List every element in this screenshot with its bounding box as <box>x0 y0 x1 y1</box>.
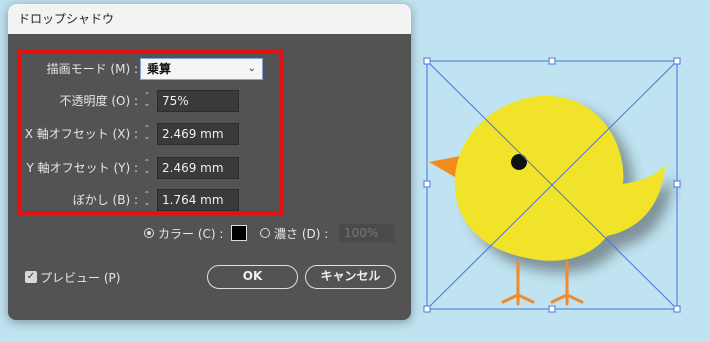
mode-row: 描画モード (M) : 乗算 ⌄ <box>8 58 288 80</box>
drop-shadow-dialog: ドロップシャドウ 描画モード (M) : 乗算 ⌄ 不透明度 (O) : ⌃ ⌄ … <box>8 4 411 320</box>
y-offset-label: Y 軸オフセット (Y) : <box>26 161 138 175</box>
y-offset-stepper-icon[interactable]: ⌃ ⌄ <box>140 159 154 177</box>
color-label: カラー (C) : <box>158 227 224 241</box>
darkness-radio[interactable] <box>260 228 270 238</box>
blur-row: ぼかし (B) : ⌃ ⌄ 1.764 mm <box>8 189 288 211</box>
chick-artwork[interactable] <box>415 40 705 330</box>
cancel-button[interactable]: キャンセル <box>305 265 396 289</box>
y-offset-row: Y 軸オフセット (Y) : ⌃ ⌄ 2.469 mm <box>8 157 288 179</box>
opacity-stepper-icon[interactable]: ⌃ ⌄ <box>140 92 154 110</box>
blur-field[interactable]: 1.764 mm <box>157 189 239 211</box>
x-offset-field[interactable]: 2.469 mm <box>157 123 239 145</box>
ok-button[interactable]: OK <box>207 265 298 289</box>
x-offset-label: X 軸オフセット (X) : <box>24 127 138 141</box>
x-offset-stepper-icon[interactable]: ⌃ ⌄ <box>140 125 154 143</box>
chick-eye <box>511 154 527 170</box>
color-radio[interactable] <box>144 228 154 238</box>
x-offset-row: X 軸オフセット (X) : ⌃ ⌄ 2.469 mm <box>8 123 288 145</box>
darkness-field[interactable]: 100% <box>339 223 395 243</box>
y-offset-field[interactable]: 2.469 mm <box>157 157 239 179</box>
blur-label: ぼかし (B) : <box>72 193 138 207</box>
chevron-down-icon: ⌄ <box>247 63 256 74</box>
opacity-field[interactable]: 75% <box>157 90 239 112</box>
mode-value: 乗算 <box>147 62 172 76</box>
mode-select[interactable]: 乗算 ⌄ <box>140 58 263 80</box>
preview-label: プレビュー (P) <box>40 271 121 285</box>
opacity-row: 不透明度 (O) : ⌃ ⌄ 75% <box>8 90 288 112</box>
opacity-label: 不透明度 (O) : <box>59 94 138 108</box>
preview-checkbox[interactable]: ✓ <box>25 271 37 283</box>
darkness-label: 濃さ (D) : <box>274 227 329 241</box>
mode-label: 描画モード (M) : <box>46 62 138 76</box>
check-icon: ✓ <box>26 271 36 282</box>
blur-stepper-icon[interactable]: ⌃ ⌄ <box>140 191 154 209</box>
dialog-title: ドロップシャドウ <box>8 4 411 34</box>
color-swatch[interactable] <box>231 225 247 241</box>
